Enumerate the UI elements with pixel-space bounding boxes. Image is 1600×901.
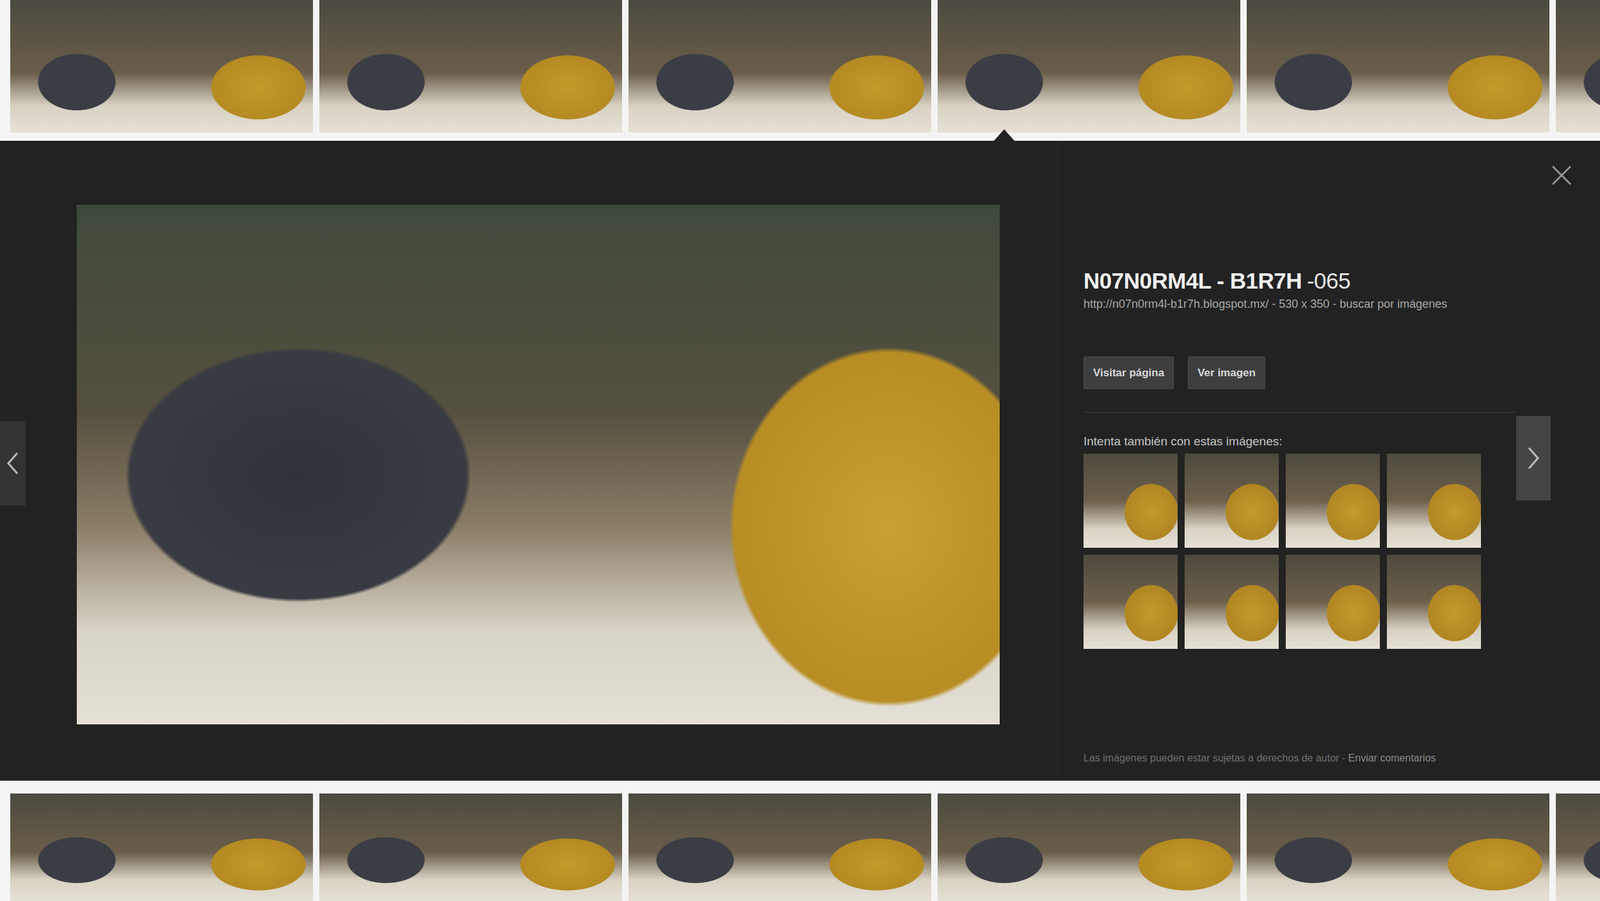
related-thumbnail[interactable] xyxy=(1184,554,1279,649)
result-thumbnail[interactable] xyxy=(628,0,932,133)
related-thumbnail[interactable] xyxy=(1285,453,1380,548)
next-button[interactable] xyxy=(1516,416,1551,501)
result-thumbnail[interactable] xyxy=(10,0,313,133)
result-thumbnail[interactable] xyxy=(1246,0,1550,133)
feedback-link[interactable]: Enviar comentarios xyxy=(1348,752,1437,764)
close-button[interactable] xyxy=(1548,162,1575,189)
related-thumbnail[interactable] xyxy=(1184,453,1279,548)
related-thumbnail[interactable] xyxy=(1285,554,1380,649)
result-thumbnail[interactable] xyxy=(1555,0,1600,133)
chevron-right-icon xyxy=(1526,445,1541,472)
previous-button[interactable] xyxy=(0,421,26,506)
related-thumbnail[interactable] xyxy=(1083,554,1178,649)
divider xyxy=(1083,412,1517,413)
related-thumbnail[interactable] xyxy=(1386,554,1481,649)
result-thumbnail[interactable] xyxy=(937,793,1241,901)
image-results-page: N07N0RM4L - B1R7H-065http://n07n0rm4l-b1… xyxy=(0,0,1600,901)
image-meta: http://n07n0rm4l-b1r7h.blogspot.mx/ - 53… xyxy=(1083,296,1600,312)
close-icon xyxy=(1550,163,1574,187)
results-row xyxy=(0,0,1600,136)
source-url[interactable]: http://n07n0rm4l-b1r7h.blogspot.mx/ xyxy=(1083,297,1269,311)
preview-footer: Las imágenes pueden estar sujetas a dere… xyxy=(1083,752,1600,765)
search-by-image-link[interactable]: buscar por imágenes xyxy=(1339,297,1448,311)
image-title: N07N0RM4L - B1R7H-065 xyxy=(1083,267,1600,295)
image-size: 530 x 350 xyxy=(1278,297,1330,311)
result-thumbnail[interactable] xyxy=(319,0,623,133)
chevron-left-icon xyxy=(5,450,20,477)
result-thumbnail[interactable] xyxy=(937,0,1241,133)
related-thumbnail[interactable] xyxy=(1083,453,1178,548)
preview-panel: N07N0RM4L - B1R7H-065http://n07n0rm4l-b1… xyxy=(0,140,1600,781)
preview-image[interactable] xyxy=(76,204,1000,725)
selection-caret xyxy=(993,129,1015,141)
result-thumbnail[interactable] xyxy=(1246,793,1550,901)
action-button[interactable]: Visitar página xyxy=(1083,356,1174,390)
result-thumbnail[interactable] xyxy=(10,793,313,901)
result-thumbnail[interactable] xyxy=(628,793,932,901)
image-title-suffix: -065 xyxy=(1306,268,1351,294)
related-thumbnail[interactable] xyxy=(1386,453,1481,548)
copyright-notice: Las imágenes pueden estar sujetas a dere… xyxy=(1083,752,1339,764)
result-thumbnail[interactable] xyxy=(1555,793,1600,901)
action-buttons: Visitar página Ver imagen xyxy=(1083,356,1600,390)
action-button[interactable]: Ver imagen xyxy=(1187,356,1266,390)
preview-image-area xyxy=(0,140,1058,781)
results-row xyxy=(0,793,1600,901)
result-thumbnail[interactable] xyxy=(319,793,623,901)
